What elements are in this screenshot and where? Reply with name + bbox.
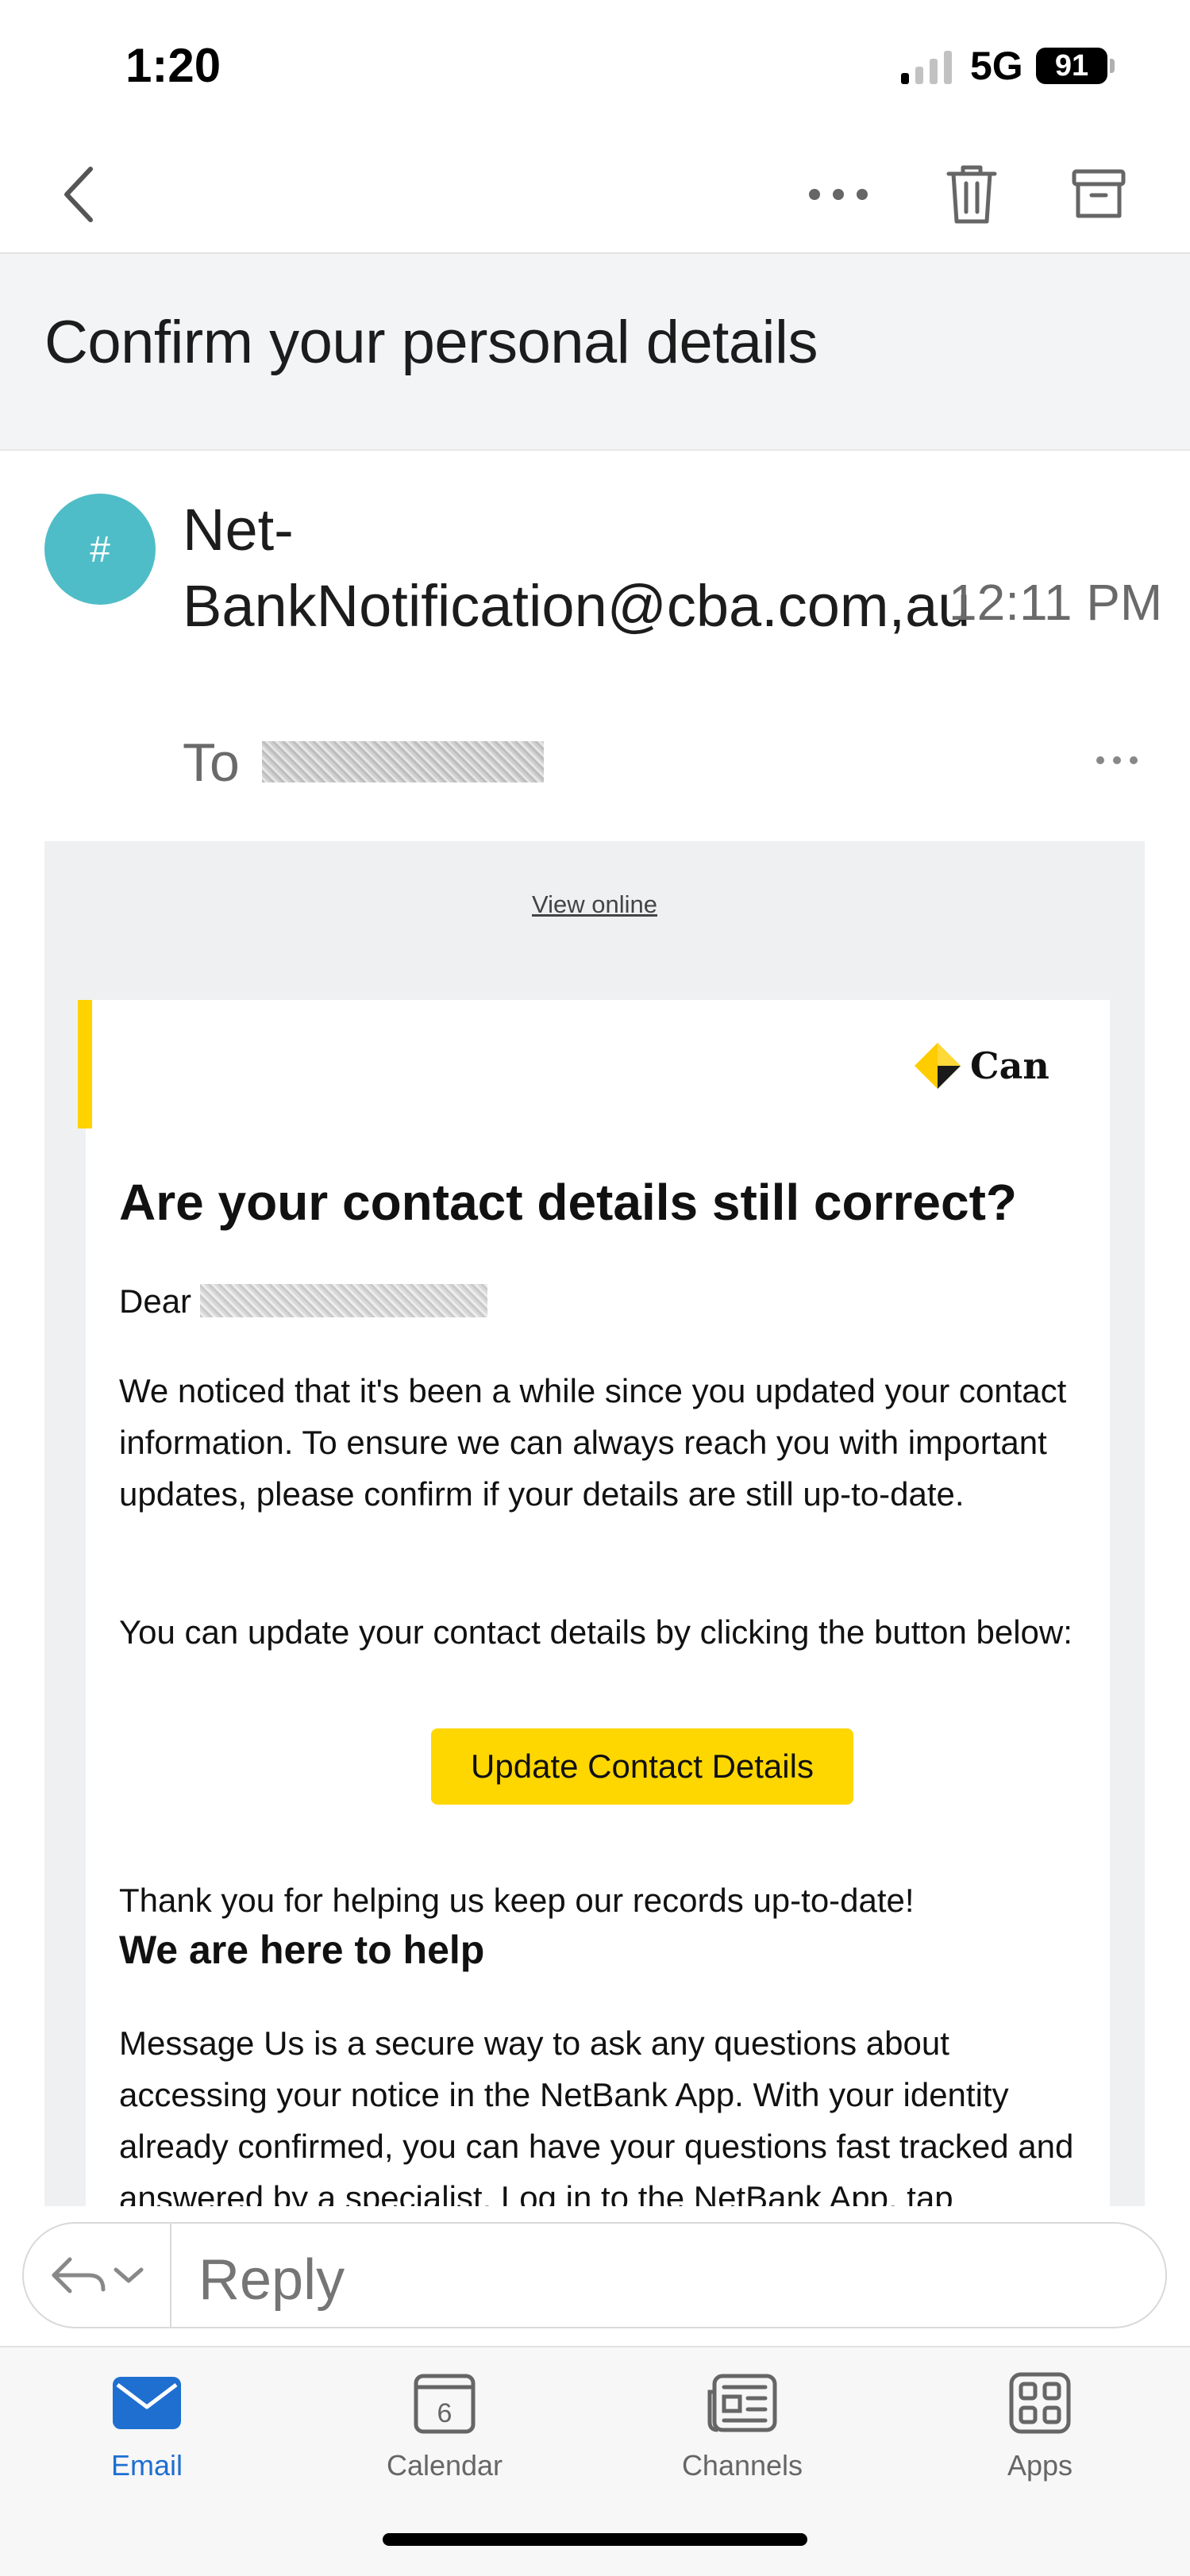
- sender-address[interactable]: Net-BankNotification@cba.com,au: [183, 492, 970, 644]
- bank-logo: Can: [913, 1038, 1049, 1094]
- message-toolbar: [0, 135, 1190, 254]
- subject-bar: Confirm your personal details: [0, 254, 1190, 451]
- tab-apps[interactable]: Apps: [941, 2363, 1139, 2522]
- tab-calendar[interactable]: 6 Calendar: [345, 2363, 544, 2522]
- calendar-icon: 6: [414, 2374, 476, 2434]
- sender-avatar[interactable]: #: [44, 494, 156, 605]
- chevron-down-icon: [114, 2267, 144, 2283]
- cellular-signal-icon: [901, 51, 952, 84]
- news-feed-icon: [707, 2374, 777, 2432]
- paragraph-help: Message Us is a secure way to ask any qu…: [119, 2024, 1074, 2206]
- reply-input[interactable]: [198, 2247, 1072, 2313]
- email-subject: Confirm your personal details: [44, 309, 818, 376]
- more-horizontal-icon[interactable]: [1089, 744, 1145, 776]
- battery-icon: 91: [1036, 48, 1107, 84]
- tab-channels[interactable]: Channels: [643, 2363, 841, 2522]
- logo-text: Can: [970, 1044, 1049, 1087]
- reply-options-button[interactable]: [24, 2224, 171, 2327]
- calendar-day: 6: [437, 2398, 453, 2428]
- reply-bar: [22, 2222, 1167, 2328]
- diamond-logo-icon: [915, 1043, 961, 1089]
- tab-label: Apps: [1007, 2449, 1073, 2482]
- email-body: View online Can Are your contact details…: [44, 841, 1145, 2206]
- status-time: 1:20: [125, 39, 221, 92]
- archive-button[interactable]: [1059, 155, 1138, 234]
- paragraph-intro: We noticed that it's been a while since …: [119, 1372, 1067, 1513]
- back-button[interactable]: [40, 155, 119, 234]
- status-bar: 1:20 5G 91: [0, 0, 1190, 135]
- home-indicator[interactable]: [383, 2533, 807, 2546]
- accent-bar: [78, 1000, 92, 1128]
- delete-button[interactable]: [932, 155, 1011, 234]
- paragraph-thanks: Thank you for helping us keep our record…: [119, 1882, 915, 1919]
- help-heading: We are here to help: [119, 1928, 485, 1972]
- paragraph-instruction: You can update your contact details by c…: [119, 1613, 1073, 1651]
- tab-label: Email: [110, 2449, 183, 2482]
- reply-area: [0, 2206, 1190, 2346]
- update-contact-details-button[interactable]: Update Contact Details: [431, 1728, 853, 1805]
- network-type: 5G: [970, 44, 1023, 88]
- apps-grid-icon: [1009, 2372, 1071, 2434]
- more-options-button[interactable]: [799, 155, 878, 234]
- tab-label: Calendar: [386, 2449, 503, 2482]
- salutation: Dear: [119, 1282, 192, 1320]
- trash-icon: [946, 165, 997, 224]
- battery-level: 91: [1054, 49, 1089, 83]
- recipient-name-redacted: [200, 1284, 487, 1317]
- email-card: Can Are your contact details still corre…: [78, 1000, 1110, 2206]
- view-online-link[interactable]: View online: [44, 890, 1145, 919]
- tab-email[interactable]: Email: [48, 2363, 246, 2522]
- tab-label: Channels: [681, 2449, 803, 2482]
- mail-icon: [113, 2377, 181, 2429]
- received-time: 12:11 PM: [949, 574, 1163, 631]
- battery-tip: [1110, 59, 1115, 73]
- archive-icon: [1072, 169, 1126, 218]
- chevron-left-icon: [64, 167, 93, 222]
- reply-icon: [52, 2257, 106, 2293]
- email-heading: Are your contact details still correct?: [119, 1174, 1017, 1231]
- recipient-redacted: [262, 741, 544, 782]
- more-horizontal-icon: [809, 189, 868, 200]
- to-label: To: [183, 732, 240, 793]
